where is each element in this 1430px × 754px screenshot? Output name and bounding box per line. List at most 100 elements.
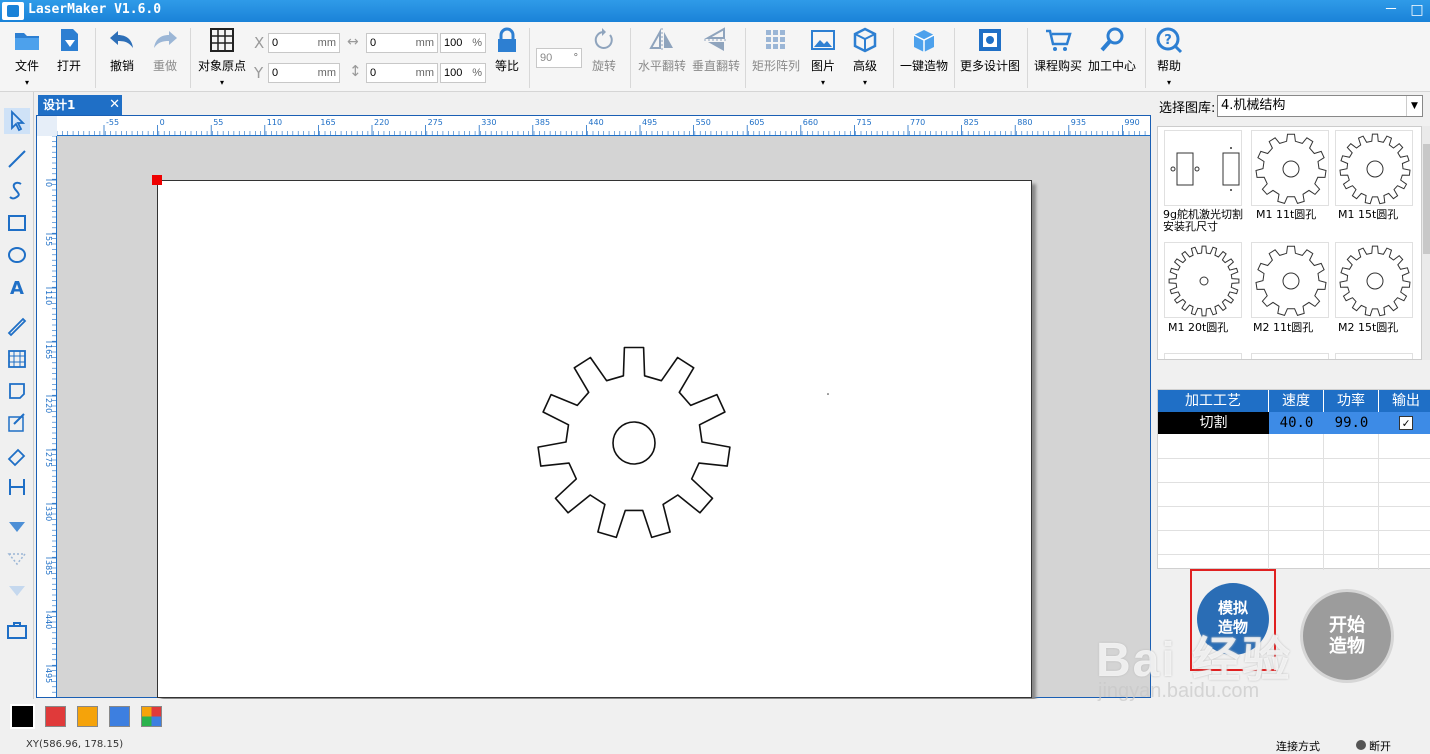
ruler-tool-icon[interactable] — [4, 314, 30, 340]
gear-shape[interactable] — [158, 181, 1033, 699]
library-selected-value: 4.机械结构 — [1221, 98, 1286, 113]
fill-outline-icon[interactable] — [4, 578, 30, 604]
horizontal-flip-icon — [649, 28, 673, 52]
frame-tool-icon[interactable] — [4, 378, 30, 404]
horizontal-flip-button[interactable]: 水平翻转 — [636, 26, 688, 74]
ruler-label: 990 — [1124, 118, 1139, 127]
app-logo-icon — [2, 2, 24, 20]
library-item-partial[interactable] — [1251, 353, 1329, 359]
design-canvas[interactable] — [157, 180, 1032, 698]
width-input[interactable]: 0 mm — [366, 33, 438, 53]
divider — [1145, 28, 1146, 88]
design-library-grid: 9g舵机激光切割安装孔尺寸 M1 11t圆孔 M1 15t圆孔 M1 20t圆孔… — [1157, 126, 1422, 360]
ruler-label: 605 — [749, 118, 764, 127]
y-position-value: 0 — [272, 67, 279, 79]
text-tool-icon[interactable]: A — [4, 274, 30, 300]
library-item-m1-11t[interactable] — [1251, 130, 1329, 206]
file-button[interactable]: 文件 ▾ — [10, 26, 44, 88]
minimize-button[interactable]: － — [1378, 0, 1404, 22]
gear-hole — [1366, 160, 1384, 178]
object-origin-button[interactable]: 对象原点 ▾ — [196, 26, 248, 88]
width-percent-input[interactable]: 100% — [440, 33, 486, 53]
image-button[interactable]: 图片 ▾ — [808, 26, 838, 88]
design-workspace[interactable]: -55 0 55 110 165 220 275 330 385 440 495 550 605 660 7… — [36, 115, 1151, 698]
shopping-cart-icon — [1046, 29, 1072, 51]
fill-down-icon[interactable] — [4, 514, 30, 540]
height-value: 0 — [370, 67, 377, 79]
scrollbar-thumb[interactable] — [1423, 144, 1430, 254]
advanced-button[interactable]: 高级 ▾ — [850, 26, 880, 88]
library-item-m1-15t[interactable] — [1335, 130, 1413, 206]
library-item-m2-15t[interactable] — [1335, 242, 1413, 318]
rotate-angle-input[interactable]: 90 ° — [536, 48, 582, 68]
y-label: Y — [254, 64, 264, 82]
connection-mode-label: 连接方式 — [1276, 740, 1320, 753]
degree-label: ° — [573, 52, 578, 64]
ellipse-tool-icon[interactable] — [4, 242, 30, 268]
color-swatch-blue[interactable] — [109, 706, 130, 727]
open-button[interactable]: 打开 — [54, 26, 84, 74]
ruler-label: 385 — [44, 560, 53, 575]
right-panel: 选择图库: 4.机械结构 ▼ 9g舵机激光切割安装孔尺寸 M1 11t圆孔 M1… — [1153, 92, 1430, 699]
table-gridline — [1158, 554, 1430, 555]
layer-power-cell[interactable]: 99.0 — [1324, 412, 1379, 434]
start-make-button[interactable]: 开始造物 — [1300, 589, 1394, 683]
library-item-partial[interactable] — [1335, 353, 1413, 359]
maximize-button[interactable]: □ — [1404, 0, 1430, 22]
rect-array-button[interactable]: 矩形阵列 — [750, 26, 802, 74]
select-pointer-icon[interactable] — [4, 108, 30, 134]
chevron-down-icon: ▾ — [219, 78, 224, 87]
library-scrollbar[interactable] — [1422, 126, 1430, 360]
help-button[interactable]: ? 帮助 ▾ — [1154, 26, 1184, 88]
y-position-input[interactable]: 0 mm — [268, 63, 340, 83]
gear-thumbnail — [1255, 245, 1327, 317]
rotate-button[interactable]: 旋转 — [588, 26, 620, 74]
fill-dotted-icon[interactable] — [4, 546, 30, 572]
processing-center-button[interactable]: 加工中心 — [1086, 26, 1138, 74]
tab-design1[interactable]: 设计1 ✕ — [38, 95, 122, 115]
table-tool-icon[interactable] — [4, 346, 30, 372]
height-input[interactable]: 0 mm — [366, 63, 438, 83]
library-item-m1-20t[interactable] — [1164, 242, 1242, 318]
height-percent-input[interactable]: 100% — [440, 63, 486, 83]
library-dropdown[interactable]: 4.机械结构 ▼ — [1217, 95, 1423, 117]
vertical-flip-button[interactable]: 垂直翻转 — [690, 26, 742, 74]
more-designs-button[interactable]: 更多设计图 — [958, 26, 1022, 74]
color-swatch-black[interactable] — [10, 704, 35, 729]
close-icon[interactable]: ✕ — [109, 95, 120, 115]
library-item-m2-11t[interactable] — [1251, 242, 1329, 318]
library-item-servo-mount[interactable] — [1164, 130, 1242, 206]
svg-text:?: ? — [1164, 33, 1172, 48]
course-purchase-button[interactable]: 课程购买 — [1032, 26, 1084, 74]
ruler-label: 330 — [44, 506, 53, 521]
origin-marker[interactable] — [152, 175, 162, 185]
stray-point — [827, 393, 829, 395]
measure-icon[interactable] — [4, 474, 30, 500]
x-position-input[interactable]: 0 mm — [268, 33, 340, 53]
rotate-angle-value: 90 — [540, 52, 553, 64]
layer-output-cell[interactable]: ✓ — [1379, 412, 1430, 434]
edit-node-icon[interactable] — [4, 410, 30, 436]
color-swatch-multi[interactable] — [141, 706, 162, 727]
connection-status: 断开 — [1356, 738, 1391, 754]
image-icon — [811, 30, 835, 50]
line-tool-icon[interactable] — [4, 146, 30, 172]
lock-ratio-button[interactable]: 等比 — [492, 26, 522, 74]
layer-speed-cell[interactable]: 40.0 — [1269, 412, 1324, 434]
color-swatch-red[interactable] — [45, 706, 66, 727]
gear-hole — [1199, 276, 1209, 286]
advanced-label: 高级 — [852, 59, 877, 73]
vertical-ruler: 0 55 110 165 220 275 330 385 440 495 — [37, 135, 57, 697]
redo-button[interactable]: 重做 — [148, 26, 182, 74]
rectangle-tool-icon[interactable] — [4, 210, 30, 236]
library-item-partial[interactable] — [1164, 353, 1242, 359]
curve-tool-icon[interactable] — [4, 178, 30, 204]
toolbox-icon[interactable] — [4, 618, 30, 644]
output-checkbox[interactable]: ✓ — [1399, 416, 1413, 430]
layer-process-cell[interactable]: 切割 — [1158, 412, 1269, 434]
undo-button[interactable]: 撤销 — [105, 26, 139, 74]
color-swatch-orange[interactable] — [77, 706, 98, 727]
ruler-label: 110 — [267, 118, 282, 127]
eraser-icon[interactable] — [4, 442, 30, 468]
one-click-make-button[interactable]: 一键造物 — [898, 26, 950, 74]
